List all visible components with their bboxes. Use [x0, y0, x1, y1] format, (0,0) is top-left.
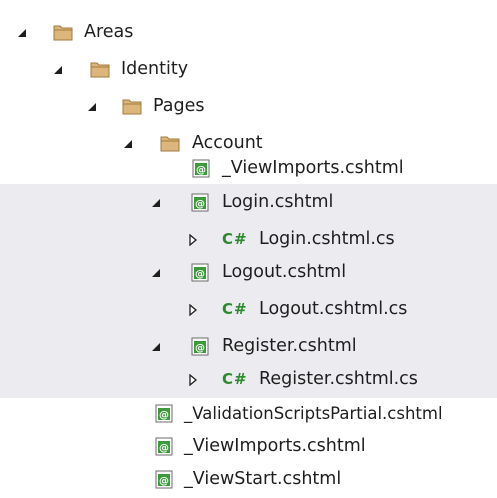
tree-item-viewstart[interactable]: @ _ViewStart.cshtml [0, 461, 497, 498]
svg-text:@: @ [159, 443, 169, 454]
tree-item-logout-cs[interactable]: C# Logout.cshtml.cs [0, 291, 497, 328]
expanded-triangle-icon[interactable] [150, 197, 162, 209]
expanded-triangle-icon[interactable] [86, 101, 98, 113]
tree-item-label: _ViewImports.cshtml [184, 436, 366, 456]
tree-item-validation-scripts-partial[interactable]: @ _ValidationScriptsPartial.cshtml [0, 395, 497, 432]
expanded-triangle-icon[interactable] [150, 267, 162, 279]
svg-text:@: @ [159, 476, 169, 487]
csharp-file-icon: C# [222, 370, 248, 388]
tree-item-viewimports-account[interactable]: @ _ViewImports.cshtml [0, 150, 497, 187]
tree-item-label: Register.cshtml [222, 336, 357, 356]
expanded-triangle-icon[interactable] [16, 27, 28, 39]
razor-file-icon: @ [191, 337, 209, 356]
tree-item-label: Logout.cshtml.cs [259, 299, 408, 319]
solution-explorer-tree: Areas Identity Pages Account @ _ViewImpo… [0, 0, 497, 495]
tree-item-login-cs[interactable]: C# Login.cshtml.cs [0, 221, 497, 258]
csharp-file-icon: C# [222, 300, 248, 318]
tree-item-label: Pages [153, 96, 205, 116]
folder-icon [122, 99, 142, 115]
csharp-file-icon: C# [222, 230, 248, 248]
tree-item-label: Login.cshtml.cs [259, 229, 395, 249]
tree-item-label: _ViewImports.cshtml [222, 158, 404, 178]
svg-text:@: @ [195, 199, 205, 210]
folder-icon [53, 25, 73, 41]
expanded-triangle-icon[interactable] [122, 138, 134, 150]
expanded-triangle-icon[interactable] [52, 64, 64, 76]
tree-item-label: Logout.cshtml [222, 262, 347, 282]
collapsed-triangle-icon[interactable] [187, 234, 199, 246]
tree-item-areas[interactable]: Areas [0, 14, 497, 51]
razor-file-icon: @ [192, 159, 210, 178]
tree-item-viewimports-pages[interactable]: @ _ViewImports.cshtml [0, 428, 497, 465]
razor-file-icon: @ [191, 193, 209, 212]
tree-item-label: Register.cshtml.cs [259, 369, 418, 389]
svg-text:@: @ [195, 343, 205, 354]
tree-item-login[interactable]: @ Login.cshtml [0, 184, 497, 221]
tree-item-pages[interactable]: Pages [0, 88, 497, 125]
razor-file-icon: @ [155, 404, 173, 423]
tree-item-register[interactable]: @ Register.cshtml [0, 328, 497, 365]
svg-text:@: @ [195, 269, 205, 280]
collapsed-triangle-icon[interactable] [187, 304, 199, 316]
collapsed-triangle-icon[interactable] [187, 374, 199, 386]
tree-item-label: Login.cshtml [222, 192, 334, 212]
svg-text:@: @ [159, 410, 169, 421]
razor-file-icon: @ [155, 437, 173, 456]
tree-item-label: Identity [121, 59, 189, 79]
svg-text:@: @ [196, 165, 206, 176]
razor-file-icon: @ [155, 470, 173, 489]
razor-file-icon: @ [191, 263, 209, 282]
tree-item-label: Areas [84, 22, 134, 42]
expanded-triangle-icon[interactable] [150, 341, 162, 353]
tree-item-logout[interactable]: @ Logout.cshtml [0, 254, 497, 291]
tree-item-identity[interactable]: Identity [0, 51, 497, 88]
tree-item-register-cs[interactable]: C# Register.cshtml.cs [0, 361, 497, 398]
tree-item-label: _ViewStart.cshtml [184, 469, 342, 489]
folder-icon [90, 62, 110, 78]
tree-item-label: _ValidationScriptsPartial.cshtml [184, 404, 443, 423]
